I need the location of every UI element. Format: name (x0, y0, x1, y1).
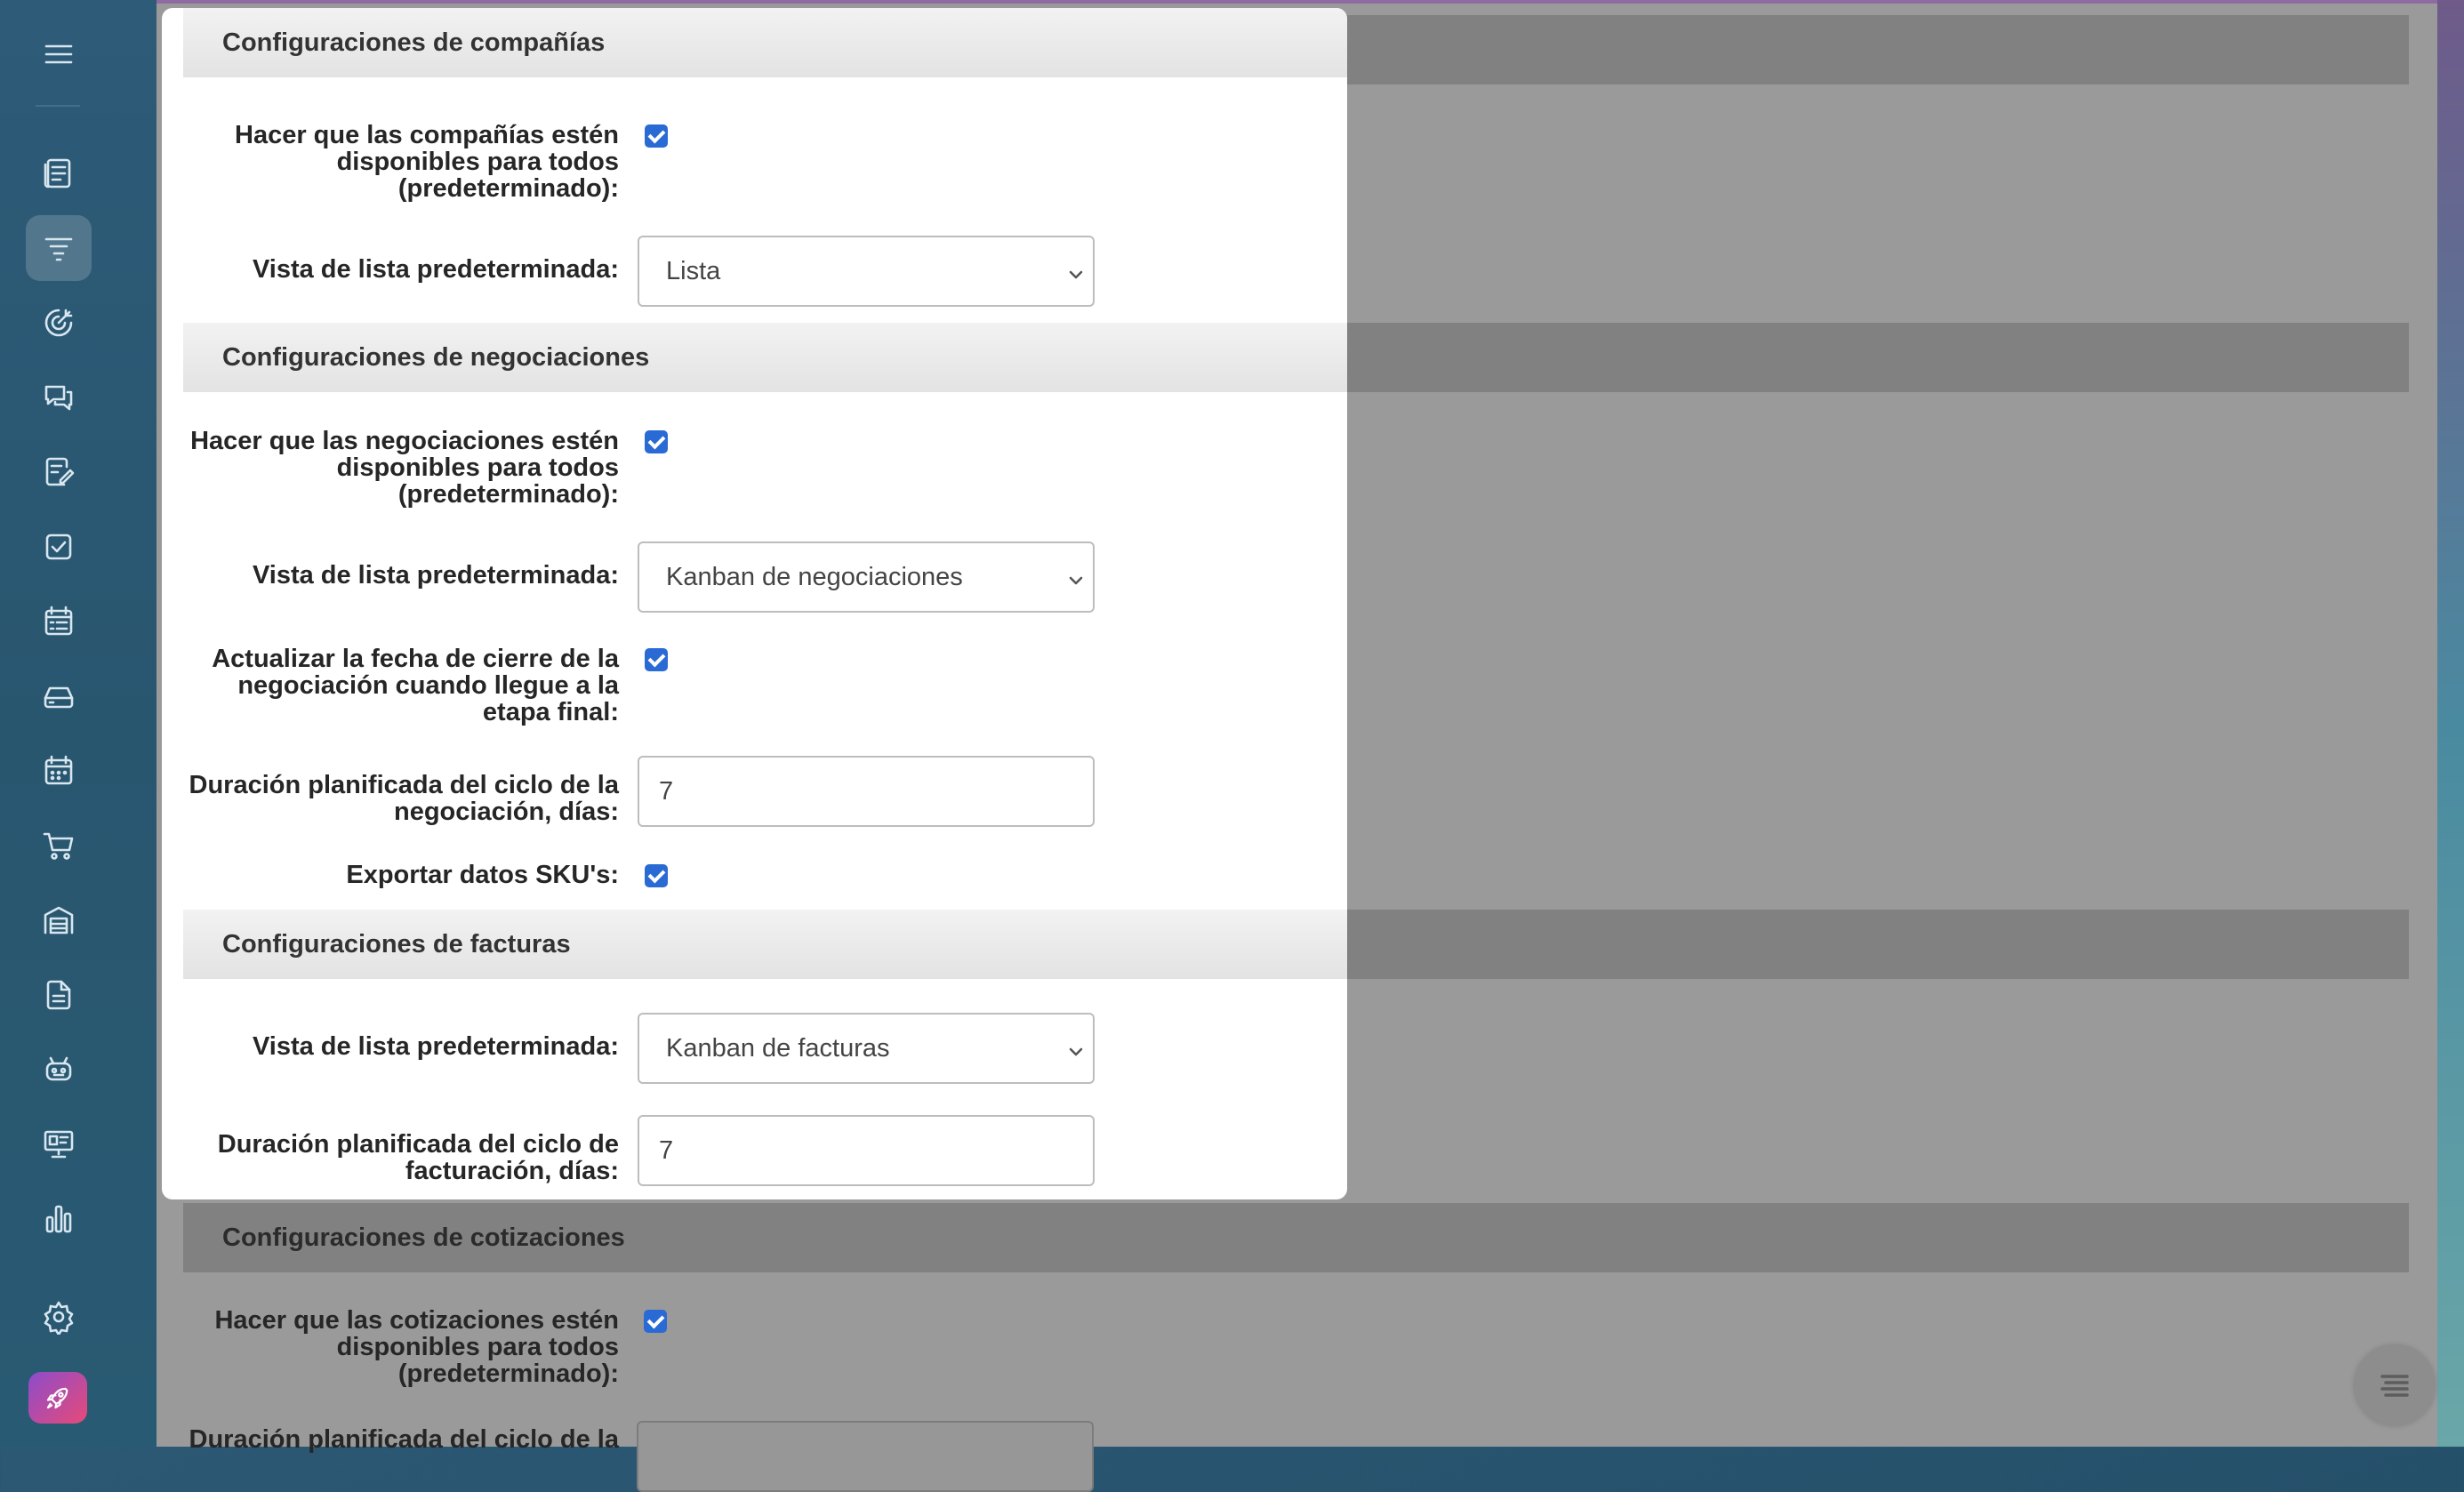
drive-icon[interactable] (26, 663, 92, 729)
invoices-list-view-label: Vista de lista predeterminada: (252, 1032, 619, 1061)
cart-icon[interactable] (26, 813, 92, 878)
analytics-chart-icon[interactable] (26, 1186, 92, 1252)
invoices-list-view-value: Kanban de facturas (666, 1033, 890, 1063)
deals-list-view-label: Vista de lista predeterminada: (252, 561, 619, 590)
deals-section-title: Configuraciones de negociaciones (222, 342, 650, 372)
sidebar-divider (36, 105, 80, 107)
deals-export-sku-checkbox[interactable] (645, 864, 668, 887)
menu-icon[interactable] (26, 21, 92, 87)
bg-section-header-quotes: Configuraciones de cotizaciones (183, 1203, 2409, 1272)
quotes-cycle-input[interactable] (637, 1421, 1094, 1492)
crm-settings-panel: Configuraciones de compañías Hacer que l… (162, 8, 1347, 1199)
robot-icon[interactable] (26, 1037, 92, 1103)
deals-cycle-label: Duración planificada del ciclo de la neg… (189, 771, 619, 826)
crm-funnel-icon[interactable] (26, 215, 92, 281)
chevron-down-icon (1066, 1039, 1086, 1059)
deals-update-close-checkbox[interactable] (645, 648, 668, 671)
list-menu-button[interactable] (2354, 1344, 2436, 1426)
list-icon (2380, 1375, 2409, 1397)
top-accent-line (157, 0, 2437, 4)
invoices-cycle-value: 7 (659, 1135, 674, 1165)
invoices-section-title: Configuraciones de facturas (222, 929, 571, 959)
background-right-edge (2437, 0, 2464, 1447)
deals-section-header: Configuraciones de negociaciones (183, 323, 1347, 392)
news-feed-icon[interactable] (26, 140, 92, 206)
companies-section-header: Configuraciones de compañías (183, 8, 1347, 77)
calendar-icon[interactable] (26, 738, 92, 804)
chevron-down-icon (1066, 262, 1086, 282)
file-icon[interactable] (26, 962, 92, 1028)
deals-list-view-select[interactable]: Kanban de negociaciones (638, 541, 1095, 613)
deals-export-sku-label: Exportar datos SKU's: (346, 861, 619, 889)
document-edit-icon[interactable] (26, 439, 92, 505)
companies-available-checkbox[interactable] (645, 124, 668, 148)
invoices-list-view-select[interactable]: Kanban de facturas (638, 1013, 1095, 1084)
deals-update-close-label: Actualizar la fecha de cierre de la nego… (212, 645, 619, 726)
chat-icon[interactable] (26, 365, 92, 430)
companies-list-view-label: Vista de lista predeterminada: (252, 255, 619, 284)
deals-available-label: Hacer que las negociaciones estén dispon… (190, 427, 619, 509)
presentation-icon[interactable] (26, 1111, 92, 1177)
deals-list-view-value: Kanban de negociaciones (666, 562, 963, 591)
quotes-section-title: Configuraciones de cotizaciones (222, 1223, 625, 1252)
companies-section-title: Configuraciones de compañías (222, 28, 606, 57)
invoices-section-header: Configuraciones de facturas (183, 910, 1347, 979)
companies-list-view-value: Lista (666, 256, 721, 285)
quotes-cycle-label: Duración planificada del ciclo de la (189, 1425, 619, 1454)
companies-list-view-select[interactable]: Lista (638, 236, 1095, 307)
calendar-list-icon[interactable] (26, 589, 92, 654)
deals-cycle-value: 7 (659, 776, 674, 806)
deals-available-checkbox[interactable] (645, 430, 668, 453)
companies-available-label: Hacer que las compañías estén disponible… (235, 121, 619, 203)
target-icon[interactable] (26, 290, 92, 356)
quotes-available-label: Hacer que las cotizaciones estén disponi… (214, 1306, 619, 1388)
settings-gear-icon[interactable] (26, 1284, 92, 1350)
invoices-cycle-label: Duración planificada del ciclo de factur… (217, 1130, 619, 1185)
warehouse-icon[interactable] (26, 887, 92, 953)
rocket-icon[interactable] (28, 1372, 87, 1424)
invoices-cycle-input[interactable]: 7 (638, 1115, 1095, 1186)
sidebar (0, 0, 157, 1447)
task-check-icon[interactable] (26, 514, 92, 580)
deals-cycle-input[interactable]: 7 (638, 756, 1095, 827)
quotes-available-checkbox[interactable] (644, 1310, 667, 1333)
chevron-down-icon (1066, 568, 1086, 588)
